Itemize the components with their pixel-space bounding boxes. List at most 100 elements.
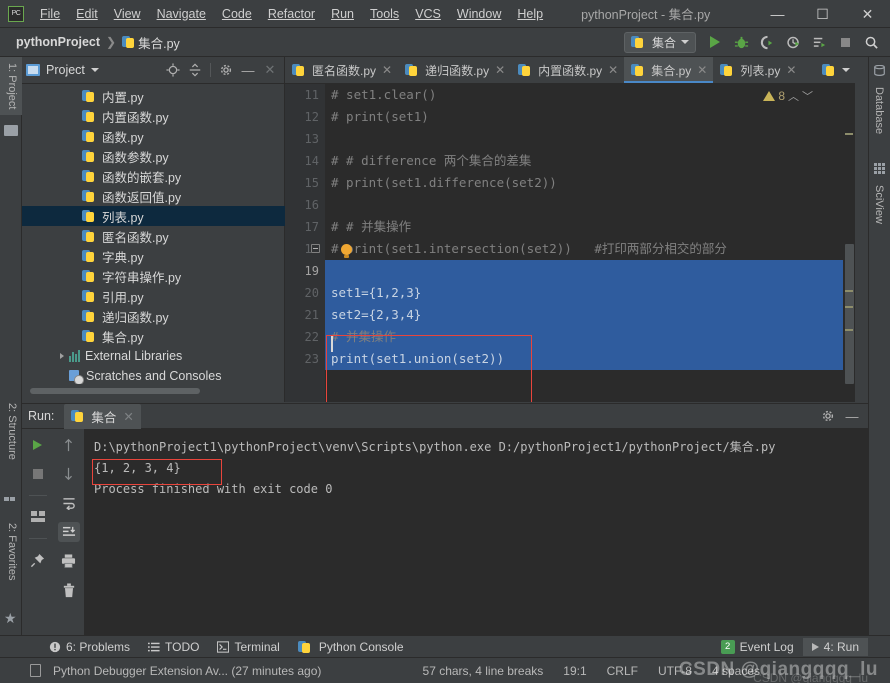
code-line-16[interactable] xyxy=(325,194,855,216)
close-icon[interactable]: ✕ xyxy=(382,63,392,77)
debug-icon[interactable] xyxy=(730,31,752,53)
code-line-23[interactable]: print(set1.union(set2)) xyxy=(325,348,855,370)
tree-item-7[interactable]: 匿名函数.py xyxy=(22,226,285,246)
editor-scrollbar[interactable] xyxy=(843,84,855,402)
code-fold-icon[interactable] xyxy=(311,244,320,253)
bottom-tab-python-console[interactable]: Python Console xyxy=(289,638,413,656)
tree-item-14[interactable]: Scratches and Consoles xyxy=(22,366,285,384)
editor-code-area[interactable]: # set1.clear()# print(set1)# # differenc… xyxy=(325,84,855,402)
menu-file[interactable]: File xyxy=(32,3,68,25)
profile-icon[interactable] xyxy=(782,31,804,53)
stop-icon[interactable] xyxy=(834,31,856,53)
tree-item-9[interactable]: 字符串操作.py xyxy=(22,266,285,286)
chevron-down-icon[interactable] xyxy=(842,68,850,72)
editor-tab-0[interactable]: 匿名函数.py✕ xyxy=(285,57,398,83)
minimize-button[interactable]: — xyxy=(755,0,800,28)
bottom-tab-todo[interactable]: TODO xyxy=(139,638,208,656)
editor-tab-2[interactable]: 内置函数.py✕ xyxy=(511,57,624,83)
close-icon[interactable]: ✕ xyxy=(786,63,796,77)
chevron-up-icon[interactable]: ︿ xyxy=(788,88,799,104)
status-line-separator[interactable]: CRLF xyxy=(597,664,648,678)
code-line-20[interactable]: set1={1,2,3} xyxy=(325,282,855,304)
tree-item-2[interactable]: 函数.py xyxy=(22,126,285,146)
editor-gutter[interactable]: 11121314151617181920212223 xyxy=(285,84,325,402)
sidebar-tab-structure[interactable]: 2: Structure xyxy=(0,397,22,466)
code-line-18[interactable]: # print(set1.intersection(set2)) #打印两部分相… xyxy=(325,238,855,260)
menu-view[interactable]: View xyxy=(106,3,149,25)
breadcrumb-file[interactable]: 集合.py xyxy=(122,33,180,52)
code-line-15[interactable]: # print(set1.difference(set2)) xyxy=(325,172,855,194)
menu-navigate[interactable]: Navigate xyxy=(149,3,214,25)
chevron-down-icon[interactable]: ﹀ xyxy=(802,88,813,104)
event-log-button[interactable]: 2 Event Log xyxy=(712,638,803,656)
tree-item-12[interactable]: 集合.py xyxy=(22,326,285,346)
status-caret-position[interactable]: 19:1 xyxy=(553,664,596,678)
run-configuration-selector[interactable]: 集合 xyxy=(624,32,696,53)
menu-refactor[interactable]: Refactor xyxy=(260,3,323,25)
pin-icon[interactable] xyxy=(27,550,49,570)
tree-item-3[interactable]: 函数参数.py xyxy=(22,146,285,166)
editor-scroll-thumb[interactable] xyxy=(845,244,854,384)
chevron-down-icon[interactable] xyxy=(91,68,99,72)
editor-tab-4[interactable]: 列表.py✕ xyxy=(713,57,802,83)
menu-run[interactable]: Run xyxy=(323,3,362,25)
run-tab-集合[interactable]: 集合 ✕ xyxy=(64,404,141,429)
clear-all-icon[interactable] xyxy=(58,580,80,600)
tree-item-13[interactable]: External Libraries xyxy=(22,346,285,366)
menu-window[interactable]: Window xyxy=(449,3,509,25)
intention-bulb-icon[interactable] xyxy=(341,244,352,255)
status-message[interactable]: Python Debugger Extension Av... (27 minu… xyxy=(43,664,331,678)
code-line-22[interactable]: # 并集操作 xyxy=(325,326,855,348)
soft-wrap-icon[interactable] xyxy=(58,493,80,513)
sidebar-tab-project[interactable]: 1: Project xyxy=(0,57,22,115)
editor-tab-1[interactable]: 递归函数.py✕ xyxy=(398,57,511,83)
close-icon[interactable]: ✕ xyxy=(608,63,618,77)
scroll-down-icon[interactable] xyxy=(58,464,80,484)
tree-item-0[interactable]: 内置.py xyxy=(22,86,285,106)
collapse-all-icon[interactable] xyxy=(185,60,205,80)
tree-item-5[interactable]: 函数返回值.py xyxy=(22,186,285,206)
coverage-icon[interactable] xyxy=(756,31,778,53)
maximize-button[interactable]: ☐ xyxy=(800,0,845,28)
editor-tab-3[interactable]: 集合.py✕ xyxy=(624,57,713,83)
menu-vcs[interactable]: VCS xyxy=(407,3,449,25)
stop-icon[interactable] xyxy=(27,464,49,484)
close-icon[interactable]: ✕ xyxy=(260,60,280,80)
close-icon[interactable]: ✕ xyxy=(123,409,133,424)
bottom-tab-problems[interactable]: 6: Problems xyxy=(40,638,139,656)
chevron-right-icon[interactable] xyxy=(60,353,64,359)
run-with-console-icon[interactable] xyxy=(808,31,830,53)
tree-item-11[interactable]: 递归函数.py xyxy=(22,306,285,326)
code-line-14[interactable]: # # difference 两个集合的差集 xyxy=(325,150,855,172)
code-line-12[interactable]: # print(set1) xyxy=(325,106,855,128)
search-icon[interactable] xyxy=(860,31,882,53)
status-encoding[interactable]: UTF-8 xyxy=(648,664,702,678)
locate-icon[interactable] xyxy=(163,60,183,80)
code-line-13[interactable] xyxy=(325,128,855,150)
bottom-tab-terminal[interactable]: Terminal xyxy=(208,638,288,656)
code-line-17[interactable]: # # 并集操作 xyxy=(325,216,855,238)
editor-tabs-overflow[interactable] xyxy=(817,57,855,83)
menu-tools[interactable]: Tools xyxy=(362,3,407,25)
sidebar-tab-database[interactable]: Database xyxy=(868,81,890,140)
print-icon[interactable] xyxy=(58,551,80,571)
sidebar-tab-sciview[interactable]: SciView xyxy=(868,179,890,230)
code-editor[interactable]: 11121314151617181920212223 # set1.clear(… xyxy=(285,84,855,402)
gear-icon[interactable] xyxy=(818,406,838,426)
project-horizontal-scrollbar[interactable] xyxy=(30,388,200,394)
tree-item-1[interactable]: 内置函数.py xyxy=(22,106,285,126)
hide-panel-icon[interactable]: — xyxy=(238,60,258,80)
rerun-icon[interactable] xyxy=(27,435,49,455)
close-icon[interactable]: ✕ xyxy=(495,63,505,77)
menu-code[interactable]: Code xyxy=(214,3,260,25)
code-line-21[interactable]: set2={2,3,4} xyxy=(325,304,855,326)
code-line-19[interactable] xyxy=(325,260,855,282)
menu-edit[interactable]: Edit xyxy=(68,3,106,25)
sidebar-tab-favorites[interactable]: 2: Favorites xyxy=(0,517,22,586)
run-icon[interactable] xyxy=(704,31,726,53)
layout-icon[interactable] xyxy=(27,507,49,527)
close-button[interactable]: ✕ xyxy=(845,0,890,28)
gear-icon[interactable] xyxy=(216,60,236,80)
tree-item-8[interactable]: 字典.py xyxy=(22,246,285,266)
breadcrumb-project[interactable]: pythonProject xyxy=(16,35,100,49)
